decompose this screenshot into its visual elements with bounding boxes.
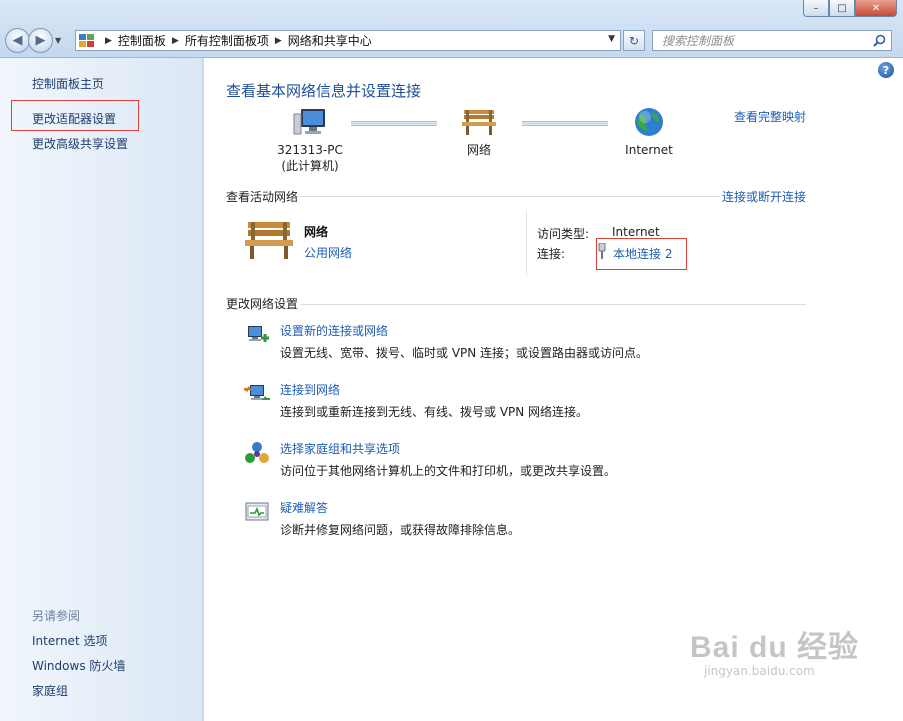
nav-buttons: ◀ ▶ ▼ [5, 28, 61, 53]
connect-network-icon[interactable] [244, 381, 270, 407]
see-also-heading: 另请参阅 [32, 609, 81, 623]
forward-arrow-icon: ▶ [35, 33, 46, 48]
task-new-connection-link[interactable]: 设置新的连接或网络 [280, 322, 388, 339]
bench-icon [245, 222, 293, 259]
change-settings-heading: 更改网络设置 [226, 297, 299, 311]
breadcrumb-arrow-icon[interactable]: ▶ [105, 36, 112, 46]
divider [300, 304, 806, 305]
maximize-button[interactable]: □ [829, 0, 855, 17]
connect-disconnect-link[interactable]: 连接或断开连接 [722, 188, 806, 205]
help-icon[interactable]: ? [878, 62, 894, 78]
homegroup-icon[interactable] [244, 440, 270, 466]
map-network[interactable]: 网络 [444, 106, 514, 158]
troubleshoot-icon[interactable] [244, 499, 270, 525]
task-troubleshoot-link[interactable]: 疑难解答 [280, 499, 328, 516]
back-button[interactable]: ◀ [5, 28, 30, 53]
globe-icon [635, 108, 663, 136]
search-input[interactable] [662, 33, 862, 48]
watermark-brand: Bai du 经验 [690, 631, 860, 664]
see-also-homegroup[interactable]: 家庭组 [32, 682, 68, 699]
back-arrow-icon: ◀ [12, 33, 23, 48]
forward-button[interactable]: ▶ [28, 28, 53, 53]
access-type-value: Internet [612, 225, 660, 239]
new-connection-icon[interactable] [244, 322, 270, 348]
map-internet[interactable]: Internet [614, 106, 684, 158]
page-title: 查看基本网络信息并设置连接 [226, 82, 422, 100]
task-homegroup-link[interactable]: 选择家庭组和共享选项 [280, 440, 400, 457]
map-computer[interactable]: 321313-PC (此计算机) [270, 106, 350, 174]
sidebar-item-change-adapter-settings[interactable]: 更改适配器设置 [32, 110, 116, 127]
connections-label: 连接: [537, 247, 566, 261]
close-button[interactable]: ✕ [855, 0, 897, 17]
breadcrumb-network-center[interactable]: 网络和共享中心 [288, 32, 372, 49]
see-also-internet-options[interactable]: Internet 选项 [32, 632, 107, 649]
address-dropdown-icon[interactable]: ▼ [608, 34, 615, 44]
watermark-url: jingyan.baidu.com [704, 664, 815, 678]
breadcrumb-control-panel[interactable]: 控制面板 [118, 32, 166, 49]
task-connect-network-link[interactable]: 连接到网络 [280, 381, 340, 398]
network-type-link[interactable]: 公用网络 [304, 244, 352, 261]
window-chrome: – □ ✕ ◀ ▶ ▼ ▶ 控制面板 ▶ 所有控制面板项 ▶ 网络和共享中心 ▼… [0, 0, 903, 58]
computer-sublabel: (此计算机) [281, 159, 339, 173]
refresh-icon: ↻ [628, 33, 640, 48]
internet-label: Internet [625, 143, 673, 157]
sidebar-item-advanced-sharing[interactable]: 更改高级共享设置 [32, 135, 128, 152]
sidebar-item-control-panel-home[interactable]: 控制面板主页 [32, 75, 104, 92]
minimize-button[interactable]: – [803, 0, 829, 17]
breadcrumb-arrow-icon[interactable]: ▶ [172, 36, 179, 46]
breadcrumb-all-items[interactable]: 所有控制面板项 [185, 32, 269, 49]
task-new-connection-desc: 设置无线、宽带、拨号、临时或 VPN 连接；或设置路由器或访问点。 [280, 346, 649, 360]
search-box [652, 30, 892, 51]
control-panel-icon [79, 33, 95, 48]
baidu-watermark: Bai du 经验 jingyan.baidu.com [690, 622, 860, 682]
computer-icon [293, 109, 325, 135]
active-networks-heading: 查看活动网络 [226, 190, 299, 204]
vertical-divider [526, 211, 527, 275]
task-connect-network-desc: 连接到或重新连接到无线、有线、拨号或 VPN 网络连接。 [280, 405, 589, 419]
access-type-label: 访问类型: [537, 227, 590, 241]
active-network-name: 网络 [304, 225, 329, 239]
map-link-line [351, 121, 437, 126]
connection-link-local-area-2[interactable]: 本地连接 2 [613, 245, 672, 262]
divider [300, 196, 720, 197]
address-bar[interactable]: ▶ 控制面板 ▶ 所有控制面板项 ▶ 网络和共享中心 ▼ [75, 30, 621, 51]
ethernet-plug-icon [598, 243, 606, 259]
task-troubleshoot-desc: 诊断并修复网络问题，或获得故障排除信息。 [280, 523, 521, 537]
refresh-button[interactable]: ↻ [623, 30, 645, 51]
window-buttons: – □ ✕ [803, 0, 897, 17]
computer-name: 321313-PC [277, 143, 343, 157]
task-homegroup-desc: 访问位于其他网络计算机上的文件和打印机，或更改共享设置。 [280, 464, 617, 478]
see-also-windows-firewall[interactable]: Windows 防火墙 [32, 657, 125, 674]
map-link-line [522, 121, 608, 126]
search-icon[interactable] [873, 34, 886, 47]
bench-icon [462, 110, 496, 135]
network-label: 网络 [466, 143, 491, 157]
recent-pages-dropdown-icon[interactable]: ▼ [55, 36, 61, 45]
sidebar: 控制面板主页 更改适配器设置 更改高级共享设置 另请参阅 Internet 选项… [0, 58, 203, 721]
breadcrumb-arrow-icon[interactable]: ▶ [275, 36, 282, 46]
view-full-map-link[interactable]: 查看完整映射 [734, 108, 806, 125]
